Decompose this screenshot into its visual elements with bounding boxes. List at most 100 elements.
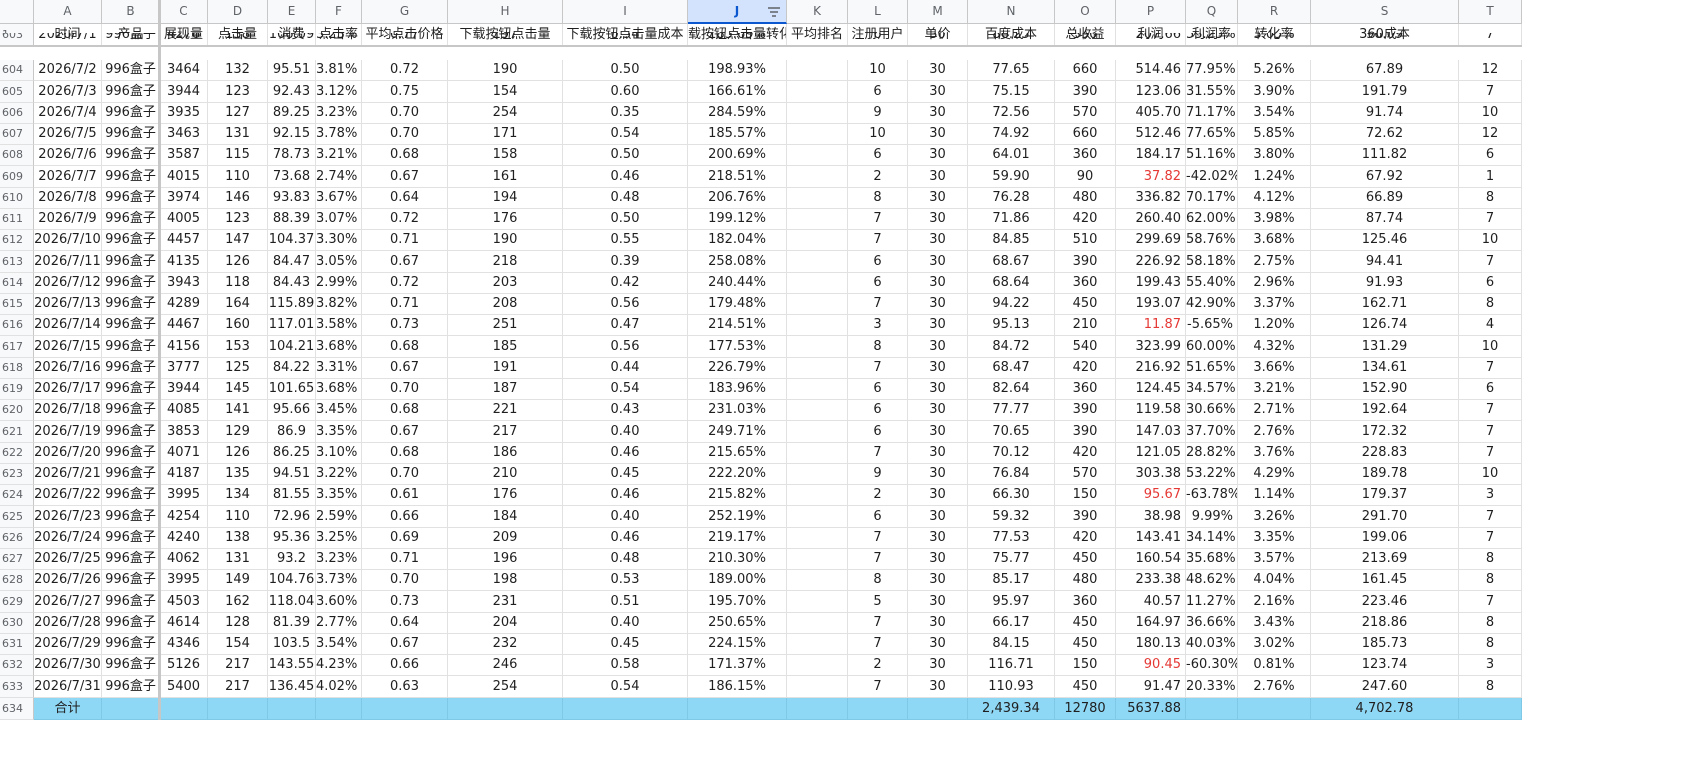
cell-download-clicks[interactable]: 186 (448, 443, 563, 464)
cell-download-click-conversion[interactable]: 166.61% (688, 81, 787, 103)
cell-product[interactable]: 996盒子 (102, 443, 160, 464)
cell-spend[interactable]: 86.25 (268, 443, 316, 464)
cell-total-revenue[interactable]: 450 (1055, 294, 1116, 315)
column-header-d[interactable]: D (208, 0, 268, 24)
cell-profit-margin[interactable]: 70.17% (1186, 188, 1238, 209)
cell-profit[interactable]: 512.46 (1116, 124, 1186, 145)
cell-unit-price[interactable]: 30 (908, 273, 968, 294)
cell-spend[interactable]: 104.76 (268, 570, 316, 591)
cell-download-click-cost[interactable]: 0.55 (563, 230, 688, 251)
cell-unit-price[interactable]: 30 (908, 528, 968, 549)
cell-registered-users[interactable]: 7 (848, 613, 908, 634)
cell-360-cost[interactable]: 131.29 (1311, 336, 1459, 358)
cell-impressions[interactable]: 4346 (160, 634, 208, 655)
cell-unit-price[interactable]: 30 (908, 400, 968, 421)
cell-download-click-cost[interactable]: 0.48 (563, 549, 688, 570)
cell-baidu-cost[interactable]: 64.01 (968, 145, 1055, 166)
cell-product[interactable]: 996盒子 (102, 81, 160, 103)
cell-registered-users[interactable]: 7 (848, 230, 908, 251)
cell-impressions[interactable]: 3995 (160, 570, 208, 591)
cell-profit[interactable]: 40.57 (1116, 591, 1186, 613)
cell-avg-cpc[interactable]: 0.67 (362, 421, 448, 443)
cell-col-t[interactable]: 10 (1459, 103, 1522, 124)
cell-product[interactable]: 996盒子 (102, 528, 160, 549)
cell-profit-margin[interactable]: 60.00% (1186, 336, 1238, 358)
cell-avg-rank[interactable] (787, 294, 848, 315)
cell-total-revenue[interactable]: 450 (1055, 613, 1116, 634)
cell-time[interactable]: 2026/7/26 (34, 570, 102, 591)
cell-total-revenue[interactable]: 390 (1055, 506, 1116, 528)
cell-conversion-rate[interactable]: 4.12% (1238, 188, 1311, 209)
cell-registered-users[interactable]: 6 (848, 145, 908, 166)
cell-avg-rank[interactable] (787, 676, 848, 698)
cell-profit[interactable]: 91.47 (1116, 676, 1186, 698)
cell-spend[interactable]: 81.55 (268, 485, 316, 506)
cell-ctr[interactable]: 3.54% (316, 634, 362, 655)
cell-download-click-cost[interactable]: 0.47 (563, 315, 688, 336)
cell-unit-price[interactable]: 30 (908, 145, 968, 166)
cell-profit-margin[interactable]: -5.65% (1186, 315, 1238, 336)
cell-impressions[interactable]: 4187 (160, 464, 208, 485)
cell-download-click-conversion[interactable]: 215.65% (688, 443, 787, 464)
row-header[interactable]: 633 (0, 676, 34, 698)
total-conversion-rate[interactable] (1238, 698, 1311, 720)
cell-avg-cpc[interactable]: 0.69 (362, 528, 448, 549)
cell-avg-rank[interactable] (787, 336, 848, 358)
cell-download-click-cost[interactable]: 0.56 (563, 336, 688, 358)
cell-clicks[interactable]: 164 (208, 294, 268, 315)
cell-unit-price[interactable]: 30 (908, 506, 968, 528)
cell-time[interactable]: 2026/7/7 (34, 166, 102, 188)
cell-product[interactable]: 996盒子 (102, 485, 160, 506)
cell-total-revenue[interactable]: 660 (1055, 60, 1116, 81)
cell-avg-cpc[interactable]: 0.70 (362, 379, 448, 400)
cell-360-cost[interactable]: 91.74 (1311, 103, 1459, 124)
cell-total-revenue[interactable]: 210 (1055, 315, 1116, 336)
cell-conversion-rate[interactable]: 3.21% (1238, 379, 1311, 400)
cell-clicks[interactable]: 154 (208, 634, 268, 655)
cell-ctr[interactable]: 3.81% (316, 60, 362, 81)
cell-360-cost[interactable]: 126.74 (1311, 315, 1459, 336)
cell-avg-cpc[interactable]: 0.64 (362, 613, 448, 634)
cell-unit-price[interactable]: 30 (908, 124, 968, 145)
cell-360-cost[interactable]: 162.71 (1311, 294, 1459, 315)
cell-download-click-conversion[interactable]: 195.70% (688, 591, 787, 613)
cell-download-click-conversion[interactable]: 219.17% (688, 528, 787, 549)
cell-conversion-rate[interactable]: 1.24% (1238, 166, 1311, 188)
row-header[interactable]: 612 (0, 230, 34, 251)
cell-download-clicks[interactable]: 251 (448, 315, 563, 336)
cell-unit-price[interactable]: 30 (908, 485, 968, 506)
cell-download-click-cost[interactable]: 0.35 (563, 103, 688, 124)
cell-unit-price[interactable]: 30 (908, 655, 968, 676)
cell-registered-users[interactable]: 8 (848, 570, 908, 591)
cell-360-cost[interactable]: 291.70 (1311, 506, 1459, 528)
column-header-s[interactable]: S (1311, 0, 1459, 24)
cell-clicks[interactable]: 141 (208, 400, 268, 421)
cell-profit[interactable]: 336.82 (1116, 188, 1186, 209)
cell-spend[interactable]: 93.83 (268, 188, 316, 209)
cell-ctr[interactable]: 3.67% (316, 188, 362, 209)
cell-baidu-cost[interactable]: 116.71 (968, 655, 1055, 676)
cell-avg-rank[interactable] (787, 485, 848, 506)
cell-time[interactable]: 2026/7/12 (34, 273, 102, 294)
cell-avg-cpc[interactable]: 0.68 (362, 400, 448, 421)
cell-profit[interactable]: 233.38 (1116, 570, 1186, 591)
cell-clicks[interactable]: 123 (208, 209, 268, 230)
cell-ctr[interactable]: 2.77% (316, 613, 362, 634)
total-total-revenue[interactable]: 12780 (1055, 698, 1116, 720)
cell-baidu-cost[interactable]: 85.17 (968, 570, 1055, 591)
cell-download-clicks[interactable]: 246 (448, 655, 563, 676)
cell-profit[interactable]: 90.45 (1116, 655, 1186, 676)
cell-conversion-rate[interactable]: 2.71% (1238, 400, 1311, 421)
cell-360-cost[interactable]: 223.46 (1311, 591, 1459, 613)
cell-clicks[interactable]: 134 (208, 485, 268, 506)
column-header-c[interactable]: C (160, 0, 208, 24)
total-impressions[interactable] (160, 698, 208, 720)
column-header-b[interactable]: B (102, 0, 160, 24)
total-label[interactable]: 合计 (34, 698, 102, 720)
cell-download-click-cost[interactable]: 0.42 (563, 273, 688, 294)
cell-unit-price[interactable]: 30 (908, 570, 968, 591)
cell-spend[interactable]: 93.2 (268, 549, 316, 570)
cell-download-clicks[interactable]: 198 (448, 570, 563, 591)
cell-ctr[interactable]: 3.60% (316, 591, 362, 613)
cell-time[interactable]: 2026/7/30 (34, 655, 102, 676)
